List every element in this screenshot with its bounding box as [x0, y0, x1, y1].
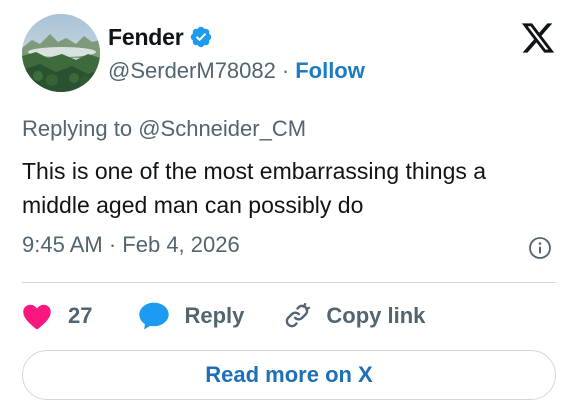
- tweet-embed-card: Fender @SerderM78082 · Follow Replying t…: [0, 0, 576, 418]
- tweet-timestamp[interactable]: 9:45 AM · Feb 4, 2026: [22, 232, 240, 258]
- replying-prefix: Replying to: [22, 116, 133, 141]
- reply-label: Reply: [184, 303, 245, 328]
- author-handle[interactable]: @SerderM78082: [108, 58, 276, 84]
- read-more-button[interactable]: Read more on X: [22, 350, 556, 400]
- avatar-landscape-image: [22, 14, 100, 92]
- reply-target-handle[interactable]: @Schneider_CM: [138, 116, 306, 141]
- timestamp-separator: ·: [108, 232, 117, 257]
- like-count: 27: [68, 303, 93, 328]
- speech-bubble-icon: [138, 301, 170, 331]
- replying-to-line: Replying to @Schneider_CM: [22, 116, 306, 142]
- heart-icon: [22, 302, 52, 330]
- like-button[interactable]: 27: [22, 302, 92, 330]
- author-handle-row: @SerderM78082 · Follow: [108, 58, 365, 84]
- author-display-name[interactable]: Fender: [108, 24, 184, 51]
- divider: [22, 282, 556, 283]
- copy-link-button[interactable]: Copy link: [282, 301, 425, 331]
- author-name-row: Fender: [108, 22, 213, 52]
- copy-link-label: Copy link: [326, 303, 426, 328]
- link-icon: [282, 301, 312, 331]
- tweet-text: This is one of the most embarrassing thi…: [22, 158, 487, 218]
- handle-separator: ·: [281, 58, 290, 83]
- tweet-time: 9:45 AM: [22, 232, 103, 257]
- x-logo-icon[interactable]: [520, 20, 556, 56]
- tweet-actions: 27 Reply Copy link: [22, 298, 425, 334]
- reply-button[interactable]: Reply: [138, 301, 244, 331]
- tweet-date: Feb 4, 2026: [122, 232, 240, 257]
- avatar[interactable]: [22, 14, 100, 92]
- follow-button[interactable]: Follow: [295, 58, 365, 84]
- info-icon[interactable]: [528, 236, 552, 260]
- verified-badge-icon: [189, 25, 213, 49]
